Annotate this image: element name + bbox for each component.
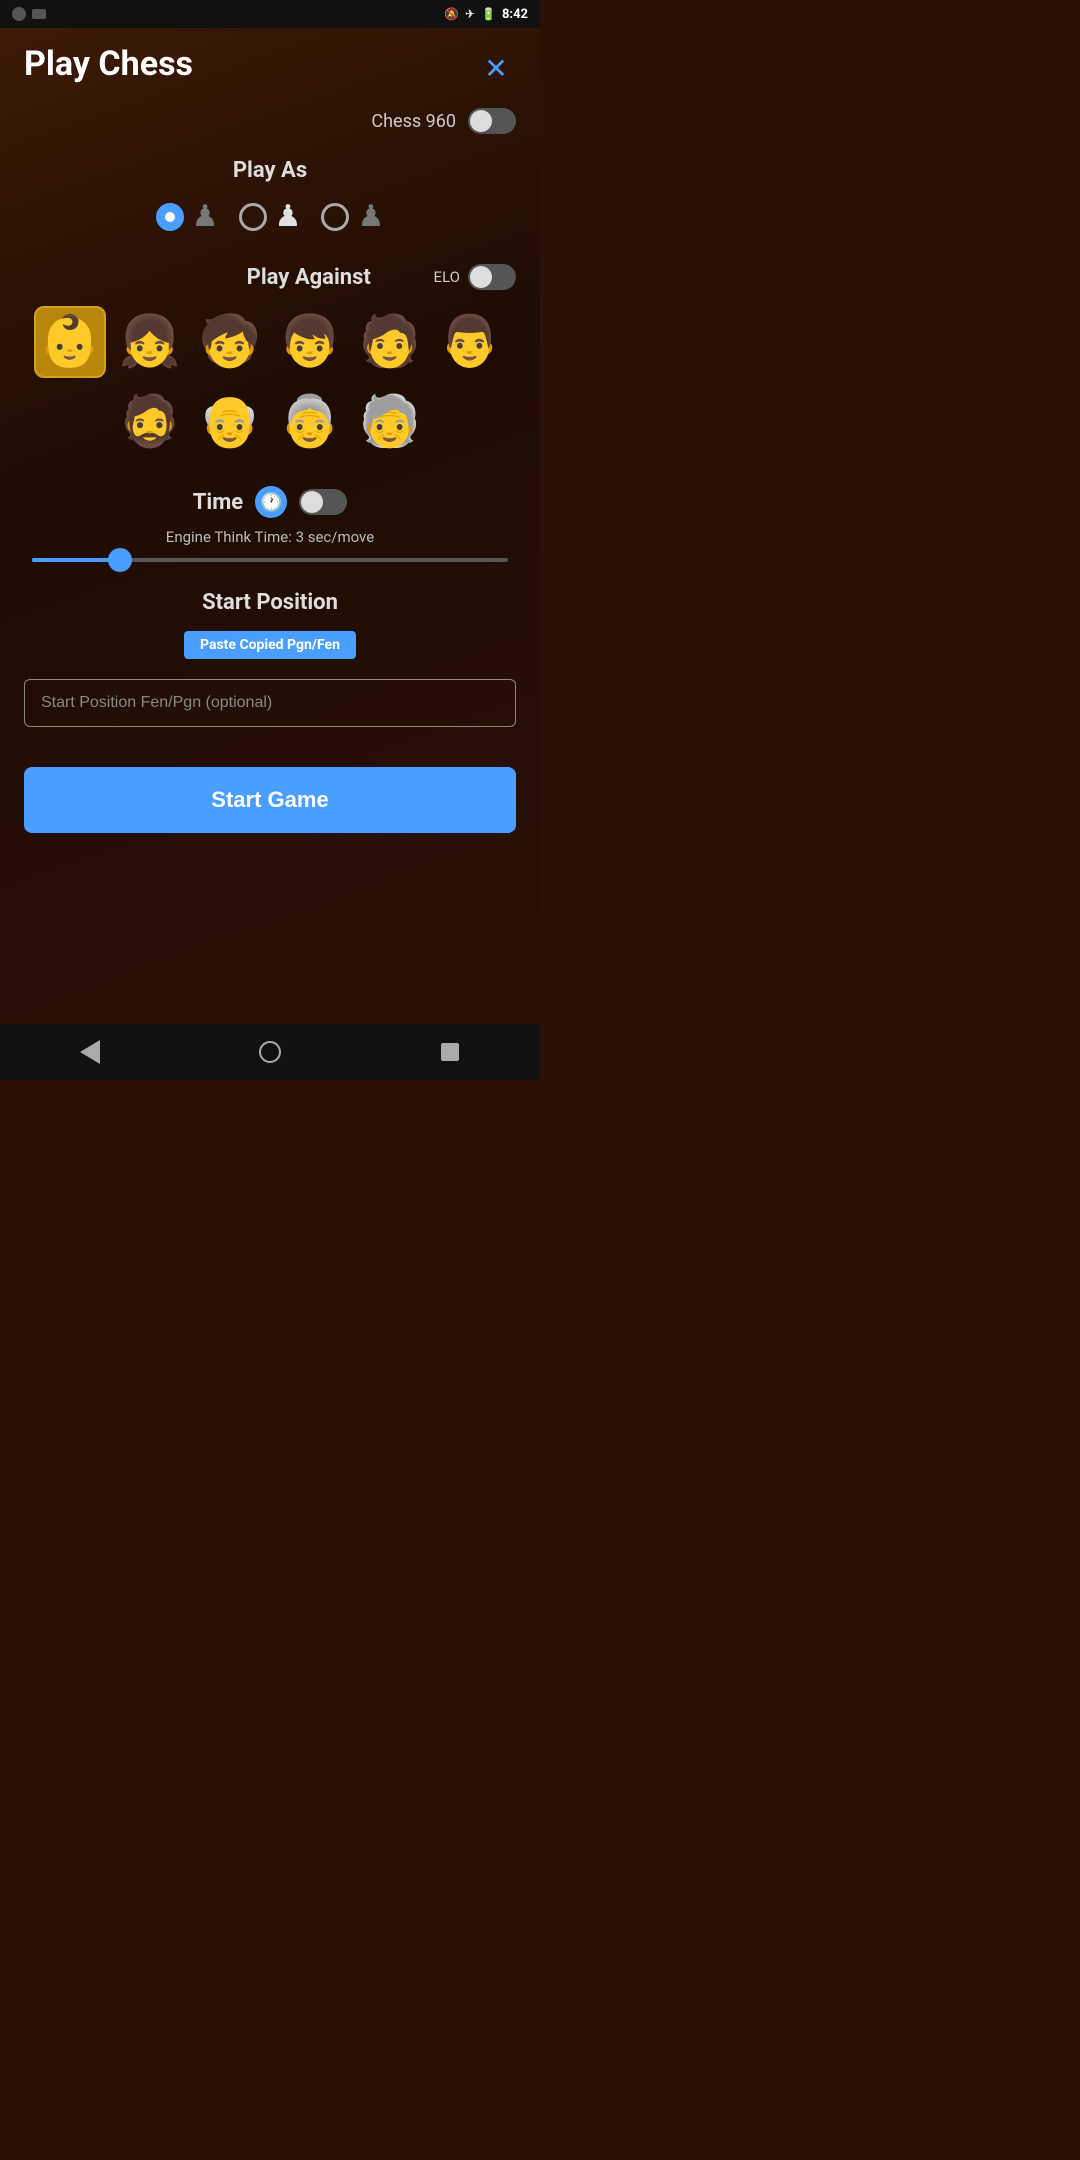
status-bar-right: 🔕 ✈ 🔋 8:42	[444, 7, 528, 22]
avatar-oldman[interactable]: 👴	[194, 386, 266, 458]
slider-track	[32, 558, 508, 562]
sim-icon	[32, 9, 46, 19]
slider-container	[24, 558, 516, 562]
avatar-oldwoman[interactable]: 👵	[274, 386, 346, 458]
avatar-elder[interactable]: 🧓	[354, 386, 426, 458]
engine-think-label: Engine Think Time: 3 sec/move	[24, 528, 516, 546]
chess960-toggle[interactable]	[468, 108, 516, 134]
start-game-button[interactable]: Start Game	[24, 767, 516, 833]
avatar-girl[interactable]: 👧	[114, 306, 186, 378]
bottom-nav	[0, 1024, 540, 1080]
start-position-title: Start Position	[24, 590, 516, 615]
elo-toggle-knob	[470, 266, 492, 288]
clock-icon: 🕐	[255, 486, 287, 518]
back-icon	[80, 1040, 100, 1064]
recent-button[interactable]	[426, 1028, 474, 1076]
radio-random	[321, 203, 349, 231]
fen-input[interactable]	[24, 679, 516, 727]
elo-label: ELO	[434, 268, 460, 286]
home-icon	[259, 1041, 281, 1063]
chess960-toggle-knob	[470, 110, 492, 132]
avatar-teen[interactable]: 🧑	[354, 306, 426, 378]
chess960-row: Chess 960	[24, 108, 516, 134]
time-toggle-knob	[301, 491, 323, 513]
notification-off-icon: 🔕	[444, 7, 459, 21]
elo-toggle[interactable]	[468, 264, 516, 290]
play-as-options: ♟ ♟ ♟	[24, 199, 516, 234]
page-title: Play Chess	[24, 44, 193, 84]
time-toggle[interactable]	[299, 489, 347, 515]
avatar-grid: 👶 👧 🧒 👦 🧑 👨 🧔 👴 👵 🧓	[24, 306, 516, 458]
close-button[interactable]: ✕	[476, 48, 516, 88]
random-piece-icon: ♟	[357, 199, 384, 234]
play-as-title: Play As	[24, 158, 516, 183]
radio-black	[156, 203, 184, 231]
white-piece-icon: ♟	[275, 199, 302, 234]
avatar-man[interactable]: 👨	[434, 306, 506, 378]
play-against-title: Play Against	[184, 265, 434, 290]
avatar-boy[interactable]: 👦	[274, 306, 346, 378]
recent-icon	[441, 1043, 459, 1061]
airplane-icon: ✈	[465, 7, 475, 21]
slider-fill	[32, 558, 118, 562]
play-as-black[interactable]: ♟	[156, 199, 219, 234]
avatar-baby[interactable]: 👶	[34, 306, 106, 378]
battery-icon: 🔋	[481, 7, 496, 21]
time-display: 8:42	[502, 7, 528, 22]
paste-pgn-button[interactable]: Paste Copied Pgn/Fen	[184, 631, 356, 659]
slider-thumb[interactable]	[108, 548, 132, 572]
chess960-label: Chess 960	[371, 111, 456, 132]
status-bar: 🔕 ✈ 🔋 8:42	[0, 0, 540, 28]
start-position-header: Paste Copied Pgn/Fen	[24, 631, 516, 667]
time-title: Time	[193, 490, 243, 515]
main-content: Play Chess ✕ Chess 960 Play As ♟ ♟ ♟ Pla…	[0, 28, 540, 1024]
time-header: Time 🕐	[24, 486, 516, 518]
avatar-child[interactable]: 🧒	[194, 306, 266, 378]
black-piece-icon: ♟	[192, 199, 219, 234]
home-button[interactable]	[246, 1028, 294, 1076]
header: Play Chess ✕	[24, 44, 516, 88]
play-as-white[interactable]: ♟	[239, 199, 302, 234]
play-against-header: Play Against ELO	[24, 264, 516, 290]
avatar-beard[interactable]: 🧔	[114, 386, 186, 458]
radio-white	[239, 203, 267, 231]
play-as-random[interactable]: ♟	[321, 199, 384, 234]
elo-row: ELO	[434, 264, 516, 290]
status-bar-left	[12, 7, 46, 21]
back-button[interactable]	[66, 1028, 114, 1076]
signal-icon	[12, 7, 26, 21]
